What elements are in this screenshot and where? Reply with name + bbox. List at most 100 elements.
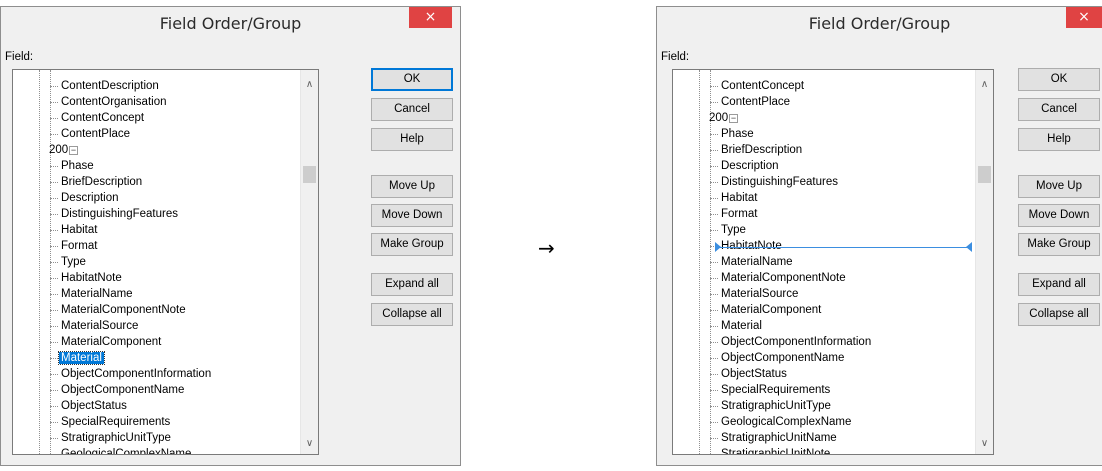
tree-item[interactable]: GeologicalComplexName [59, 446, 193, 454]
tree-branch-line [710, 198, 718, 199]
tree-group-node[interactable]: −200 [47, 142, 78, 158]
tree-item[interactable]: GeologicalComplexName [710, 414, 853, 430]
expand-all-button[interactable]: Expand all [1018, 273, 1100, 296]
tree-item[interactable]: ContentPlace [50, 126, 132, 142]
tree-item[interactable]: Habitat [710, 190, 759, 206]
tree-item[interactable]: Phase [50, 158, 96, 174]
cancel-button[interactable]: Cancel [371, 98, 453, 121]
tree-branch-line [50, 438, 58, 439]
tree-guide-line [699, 70, 700, 454]
tree-item-label: StratigraphicUnitNote [721, 448, 831, 455]
tree-item[interactable]: ContentOrganisation [50, 94, 168, 110]
cancel-button[interactable]: Cancel [1018, 98, 1100, 121]
close-button[interactable]: × [1066, 7, 1102, 28]
ok-button[interactable]: OK [371, 68, 453, 91]
tree-item-label: MaterialComponent [721, 304, 822, 316]
field-order-dialog-before: Field Order/Group × Field: ContentDescri… [0, 6, 461, 466]
scroll-up-icon[interactable]: ∧ [301, 76, 318, 93]
tree-item[interactable]: DistinguishingFeatures [50, 206, 180, 222]
tree-item[interactable]: Material [50, 350, 105, 366]
tree-item[interactable]: BriefDescription [710, 142, 804, 158]
move-down-button[interactable]: Move Down [371, 204, 453, 227]
tree-item[interactable]: ContentPlace [710, 94, 792, 110]
scroll-up-icon[interactable]: ∧ [976, 76, 993, 93]
tree-item[interactable]: Format [710, 206, 759, 222]
tree-item[interactable]: MaterialName [50, 286, 135, 302]
tree-item[interactable]: SpecialRequirements [50, 414, 172, 430]
make-group-button[interactable]: Make Group [1018, 233, 1100, 256]
tree-item[interactable]: Description [710, 158, 781, 174]
tree-group-node[interactable]: −200 [707, 110, 738, 126]
collapse-all-button[interactable]: Collapse all [371, 303, 453, 326]
tree-item[interactable]: StratigraphicUnitType [710, 398, 833, 414]
expand-all-button[interactable]: Expand all [371, 273, 453, 296]
tree-item[interactable]: StratigraphicUnitType [50, 430, 173, 446]
tree-item[interactable]: ObjectComponentName [710, 350, 846, 366]
tree-item[interactable]: Type [710, 222, 748, 238]
tree-item[interactable]: MaterialSource [50, 318, 140, 334]
tree-item[interactable]: ObjectComponentInformation [50, 366, 213, 382]
tree-item[interactable]: ObjectComponentName [50, 382, 186, 398]
tree-item[interactable]: HabitatNote [50, 270, 124, 286]
tree-branch-line [710, 454, 718, 455]
close-button[interactable]: × [409, 7, 452, 28]
collapse-icon[interactable]: − [69, 146, 78, 155]
tree-item[interactable]: StratigraphicUnitName [710, 430, 839, 446]
field-label: Field: [661, 51, 690, 63]
tree-item[interactable]: SpecialRequirements [710, 382, 832, 398]
field-tree[interactable]: ContentConcept ContentPlace −200 Phase Brief… [672, 69, 994, 455]
tree-item-label: BriefDescription [61, 176, 143, 188]
title-bar: Field Order/Group × [1, 7, 460, 40]
tree-item[interactable]: BriefDescription [50, 174, 144, 190]
help-button[interactable]: Help [371, 128, 453, 151]
scroll-down-icon[interactable]: ∨ [301, 435, 318, 452]
tree-item[interactable]: HabitatNote [710, 238, 784, 254]
tree-item-label: MaterialName [61, 288, 133, 300]
tree-item[interactable]: Material [710, 318, 764, 334]
collapse-all-button[interactable]: Collapse all [1018, 303, 1100, 326]
tree-item[interactable]: MaterialName [710, 254, 795, 270]
scroll-thumb[interactable] [978, 166, 991, 183]
field-tree[interactable]: ContentDescription ContentOrganisation Con… [12, 69, 319, 455]
tree-branch-line [710, 182, 718, 183]
tree-item-label: ObjectStatus [721, 368, 787, 380]
tree-item[interactable]: MaterialComponentNote [710, 270, 848, 286]
scroll-down-icon[interactable]: ∨ [976, 435, 993, 452]
tree-item[interactable]: ContentConcept [50, 110, 146, 126]
make-group-button[interactable]: Make Group [371, 233, 453, 256]
vertical-scrollbar[interactable]: ∧ ∨ [300, 70, 318, 454]
help-button[interactable]: Help [1018, 128, 1100, 151]
tree-item[interactable]: MaterialComponent [710, 302, 823, 318]
ok-button[interactable]: OK [1018, 68, 1100, 91]
tree-branch-line [710, 262, 718, 263]
vertical-scrollbar[interactable]: ∧ ∨ [975, 70, 993, 454]
tree-item[interactable]: Description [50, 190, 121, 206]
tree-branch-line [50, 278, 58, 279]
tree-item[interactable]: MaterialComponentNote [50, 302, 188, 318]
tree-item[interactable]: Habitat [50, 222, 99, 238]
tree-item[interactable]: MaterialComponent [50, 334, 163, 350]
tree-branch-line [50, 102, 58, 103]
move-down-button[interactable]: Move Down [1018, 204, 1100, 227]
tree-branch-line [710, 214, 718, 215]
tree-item[interactable]: ObjectStatus [710, 366, 789, 382]
tree-item-label: BriefDescription [721, 144, 803, 156]
tree-branch-line [50, 374, 58, 375]
tree-item[interactable]: Phase [710, 126, 756, 142]
tree-item[interactable]: Format [50, 238, 99, 254]
tree-item[interactable]: ObjectStatus [50, 398, 129, 414]
tree-item[interactable]: DistinguishingFeatures [710, 174, 840, 190]
move-up-button[interactable]: Move Up [371, 175, 453, 198]
tree-item[interactable]: Type [50, 254, 88, 270]
tree-item[interactable]: StratigraphicUnitNote [719, 446, 832, 455]
tree-item-label: Type [721, 224, 746, 236]
tree-item[interactable]: ObjectComponentInformation [710, 334, 873, 350]
move-up-button[interactable]: Move Up [1018, 175, 1100, 198]
scroll-thumb[interactable] [303, 166, 316, 183]
tree-item[interactable]: MaterialSource [710, 286, 800, 302]
collapse-icon[interactable]: − [729, 114, 738, 123]
tree-item[interactable]: ContentDescription [50, 78, 161, 94]
tree-item-label: StratigraphicUnitName [721, 432, 837, 444]
tree-item[interactable]: ContentConcept [710, 78, 806, 94]
tree-branch-line [710, 406, 718, 407]
